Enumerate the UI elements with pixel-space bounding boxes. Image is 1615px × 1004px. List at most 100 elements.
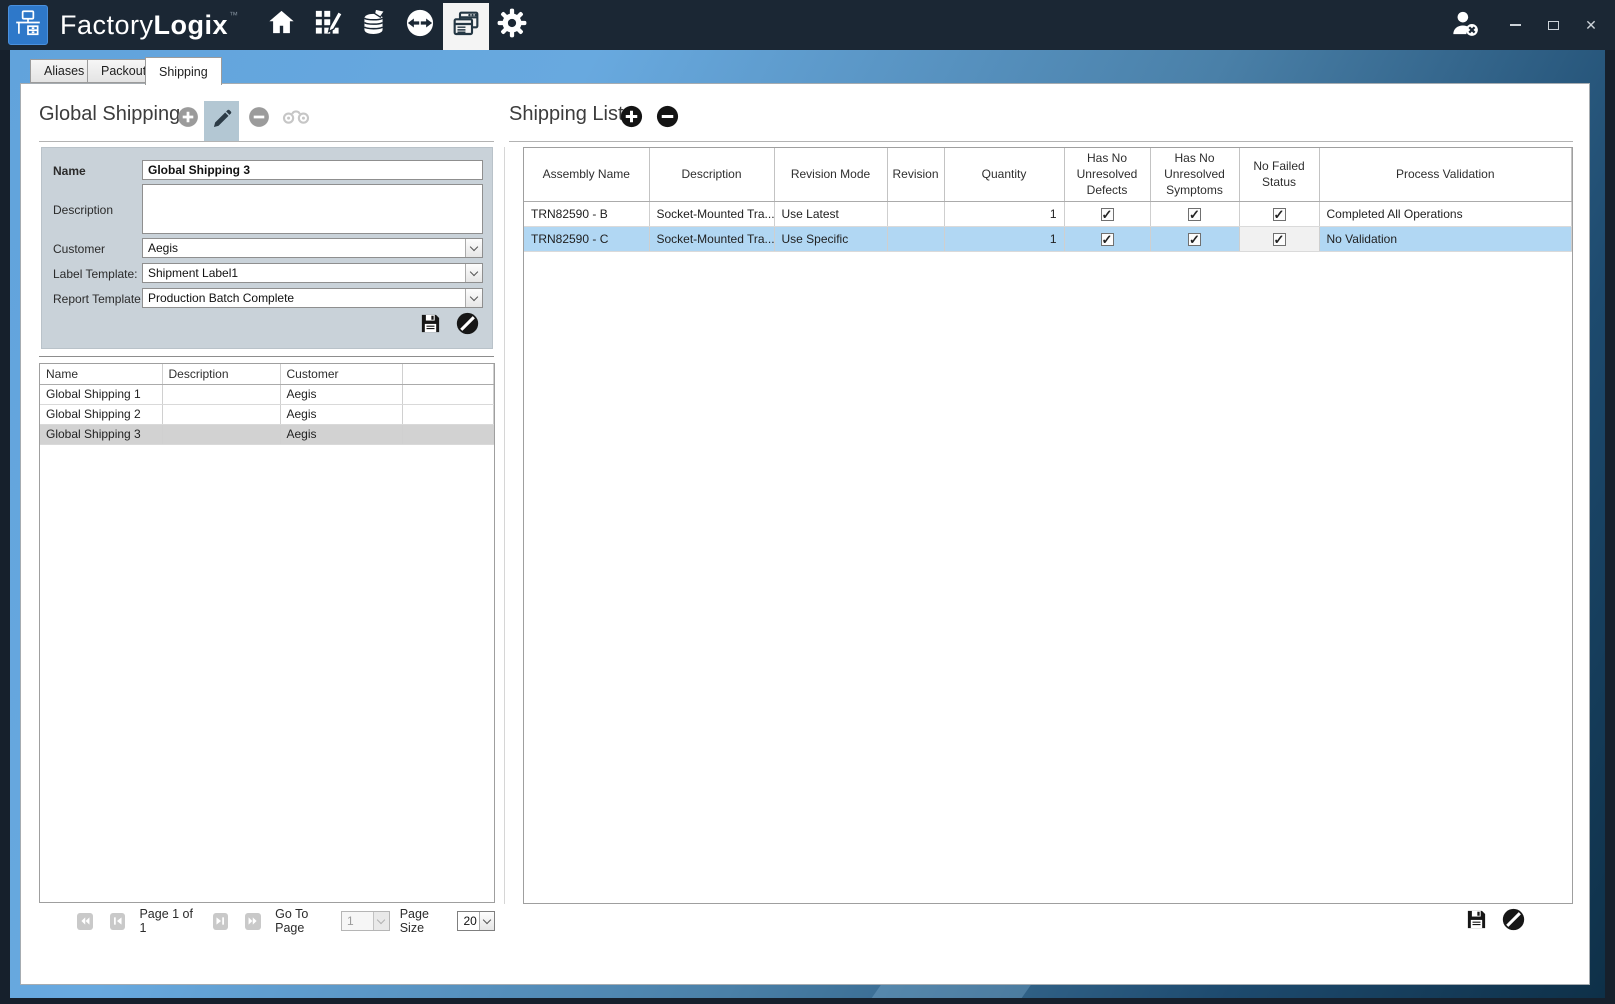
form-table-divider [39, 356, 494, 357]
checkbox[interactable] [1101, 208, 1114, 221]
find-global-shipping-button[interactable] [281, 110, 311, 128]
cell-name: Global Shipping 1 [40, 384, 162, 404]
last-page-icon [248, 916, 259, 926]
report-template-value: Production Batch Complete [148, 291, 294, 305]
window-chrome: Aliases Packout Shipping Global Shipping… [10, 50, 1605, 998]
window-controls: ✕ [1507, 17, 1599, 33]
table-row[interactable]: TRN82590 - B Socket-Mounted Tra... Use L… [524, 201, 1572, 226]
pager-first-button[interactable] [77, 913, 93, 930]
cell-blank [402, 404, 494, 424]
cell-description [162, 384, 280, 404]
main-nav [259, 0, 535, 50]
nav-sync-button[interactable] [397, 0, 443, 50]
window-forms-icon [450, 8, 482, 45]
close-button[interactable]: ✕ [1583, 17, 1599, 33]
shipping-list-table: Assembly Name Description Revision Mode … [523, 147, 1573, 904]
customer-dropdown-button[interactable] [465, 239, 482, 257]
col-header-revision: Revision [887, 148, 944, 201]
cell-quantity: 1 [944, 226, 1064, 251]
tab-label: Packout [101, 64, 146, 78]
shipping-list-save-button[interactable] [1463, 909, 1489, 935]
shipping-list-cancel-button[interactable] [1500, 908, 1527, 935]
col-header-has-no-unresolved-symptoms: Has No Unresolved Symptoms [1150, 148, 1239, 201]
table-row[interactable]: Global Shipping 3 Aegis [40, 424, 494, 444]
checkbox[interactable] [1188, 208, 1201, 221]
nav-documents-button[interactable] [443, 3, 489, 50]
cell-process-validation: No Validation [1319, 226, 1572, 251]
col-header-quantity: Quantity [944, 148, 1064, 201]
maximize-icon [1548, 21, 1559, 30]
report-template-dropdown-button[interactable] [465, 289, 482, 307]
page-size-dropdown-button[interactable] [479, 912, 494, 930]
cell-has-no-unresolved-defects [1064, 201, 1150, 226]
description-input[interactable] [142, 184, 483, 234]
shipping-list-title: Shipping List [509, 103, 624, 126]
cell-name: Global Shipping 3 [40, 424, 162, 444]
titlebar: FactoryLogix™ [0, 0, 1615, 50]
goto-page-input[interactable]: 1 [341, 911, 390, 931]
application-window: FactoryLogix™ [0, 0, 1615, 1004]
col-header-has-no-unresolved-defects: Has No Unresolved Defects [1064, 148, 1150, 201]
page-indicator: Page 1 of 1 [139, 907, 198, 935]
page-size-select[interactable]: 20 [457, 911, 495, 931]
minus-circle-icon [656, 105, 679, 133]
form-cancel-button[interactable] [454, 312, 481, 339]
goto-page-dropdown-button[interactable] [373, 912, 389, 930]
global-shipping-table: Name Description Customer Global Shippin… [39, 363, 495, 903]
pager-next-button[interactable] [213, 913, 229, 930]
label-template-label: Label Template: [53, 267, 138, 281]
cell-has-no-unresolved-symptoms [1150, 201, 1239, 226]
close-icon: ✕ [1585, 17, 1597, 34]
checkbox[interactable] [1188, 233, 1201, 246]
label-template-select[interactable]: Shipment Label1 [142, 263, 483, 283]
cell-blank [402, 424, 494, 444]
cell-blank [402, 384, 494, 404]
pane-splitter[interactable] [504, 147, 505, 904]
page-size-value: 20 [463, 914, 476, 928]
col-header-blank [402, 364, 494, 384]
logout-user-button[interactable] [1445, 3, 1485, 47]
nav-planning-button[interactable] [305, 0, 351, 50]
cell-customer: Aegis [280, 404, 402, 424]
add-global-shipping-button[interactable] [176, 107, 200, 131]
next-page-icon [215, 916, 226, 926]
tab-label: Shipping [159, 65, 208, 79]
edit-global-shipping-button[interactable] [204, 101, 239, 142]
table-header-row: Assembly Name Description Revision Mode … [524, 148, 1572, 201]
cell-revision [887, 226, 944, 251]
checkbox[interactable] [1101, 233, 1114, 246]
nav-home-button[interactable] [259, 0, 305, 50]
binoculars-icon [282, 108, 310, 130]
nav-settings-button[interactable] [489, 0, 535, 50]
customer-value: Aegis [148, 241, 178, 255]
cell-description: Socket-Mounted Tra... [649, 201, 774, 226]
pager-last-button[interactable] [245, 913, 261, 930]
cell-name: Global Shipping 2 [40, 404, 162, 424]
pager-prev-button[interactable] [110, 913, 126, 930]
label-template-dropdown-button[interactable] [465, 264, 482, 282]
nav-materials-button[interactable] [351, 0, 397, 50]
cell-customer: Aegis [280, 384, 402, 404]
remove-global-shipping-button[interactable] [247, 107, 271, 131]
tab-shipping[interactable]: Shipping [145, 57, 222, 85]
name-input[interactable] [142, 160, 483, 180]
chevron-down-icon [377, 915, 385, 923]
checkbox[interactable] [1273, 208, 1286, 221]
brand-trademark: ™ [229, 10, 239, 20]
remove-shipping-item-button[interactable] [655, 106, 680, 131]
form-save-button[interactable] [417, 313, 443, 339]
database-icon [358, 7, 389, 43]
checkbox[interactable] [1273, 233, 1286, 246]
add-shipping-item-button[interactable] [619, 106, 644, 131]
app-logo [8, 5, 48, 45]
table-row[interactable]: TRN82590 - C Socket-Mounted Tra... Use S… [524, 226, 1572, 251]
table-row[interactable]: Global Shipping 2 Aegis [40, 404, 494, 424]
chevron-down-icon [483, 915, 491, 923]
table-row[interactable]: Global Shipping 1 Aegis [40, 384, 494, 404]
cell-assembly-name: TRN82590 - B [524, 201, 649, 226]
maximize-button[interactable] [1545, 17, 1561, 33]
report-template-select[interactable]: Production Batch Complete [142, 288, 483, 308]
minimize-button[interactable] [1507, 17, 1523, 33]
customer-select[interactable]: Aegis [142, 238, 483, 258]
brand-text: FactoryLogix™ [60, 10, 239, 41]
